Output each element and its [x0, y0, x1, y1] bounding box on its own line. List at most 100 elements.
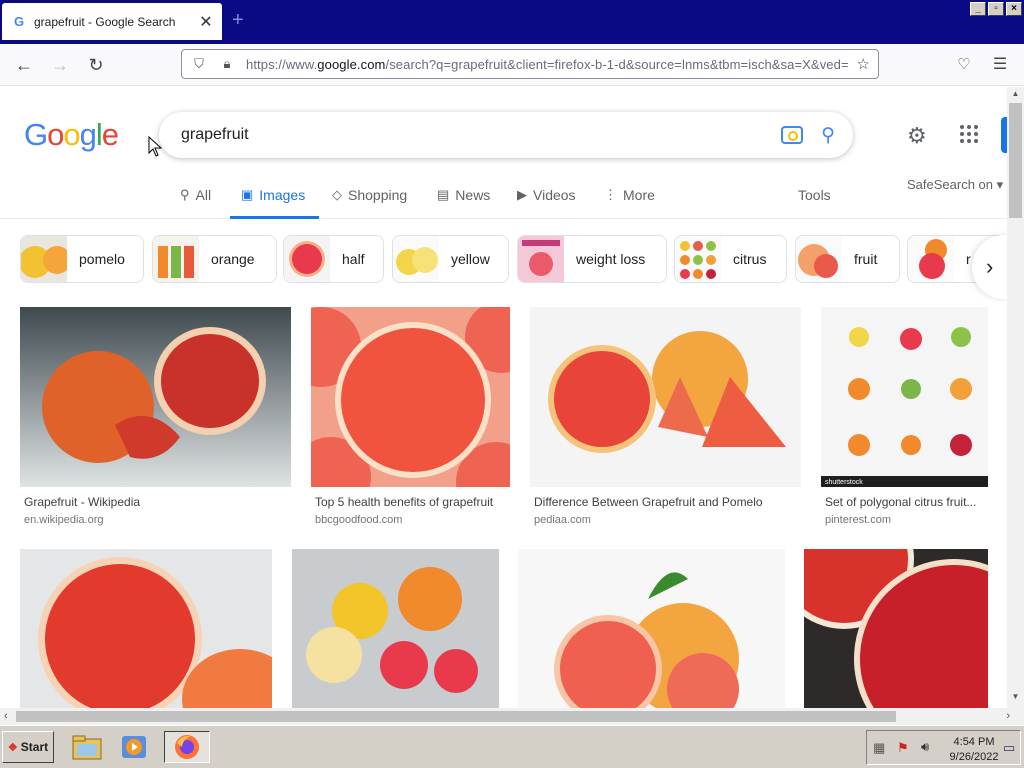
chip-thumbnail	[675, 236, 721, 282]
volume-icon[interactable]: 🔊︎	[921, 739, 929, 755]
result-source[interactable]: pediaa.com	[534, 514, 591, 526]
windows-logo-icon: ❖	[7, 741, 18, 754]
tab-news[interactable]: ▤ News	[437, 187, 490, 203]
media-player-icon[interactable]	[117, 731, 151, 763]
clock[interactable]: 4:54 PM 9/26/2022	[949, 735, 999, 765]
show-desktop-icon[interactable]: ▭	[1003, 740, 1015, 756]
image-result[interactable]: shutterstock Set of polygonal citrus fru…	[821, 307, 988, 527]
safesearch-toggle[interactable]: SafeSearch on ▾	[907, 177, 1003, 193]
security-alert-icon[interactable]: ⚑	[897, 740, 909, 756]
close-tab-icon[interactable]: ✕	[198, 12, 214, 32]
result-image[interactable]	[518, 549, 785, 708]
menu-icon[interactable]: ☰	[990, 55, 1010, 75]
result-caption[interactable]: Set of polygonal citrus fruit...	[825, 495, 988, 509]
vertical-scrollbar[interactable]: ▲ ▼	[1007, 87, 1024, 708]
scrollbar-thumb[interactable]	[16, 711, 896, 722]
result-image[interactable]	[20, 307, 291, 487]
network-icon[interactable]: ▦	[873, 740, 885, 756]
new-tab-icon[interactable]: +	[232, 10, 244, 30]
tab-title: grapefruit - Google Search	[34, 14, 176, 29]
result-caption[interactable]: Top 5 health benefits of grapefruit	[315, 495, 510, 509]
image-result[interactable]: Top 5 health benefits of grapefruit bbcg…	[311, 307, 510, 527]
chip-citrus[interactable]: citrus	[674, 235, 787, 283]
address-bar[interactable]: ⛉ 🔒︎ https://www.google.com/search?q=gra…	[181, 49, 879, 79]
image-result[interactable]	[804, 549, 988, 708]
scroll-down-arrow-icon[interactable]: ▼	[1007, 692, 1024, 706]
chip-thumbnail	[21, 236, 67, 282]
image-result[interactable]	[20, 549, 272, 708]
google-logo[interactable]: Google	[24, 117, 119, 153]
result-image[interactable]	[311, 307, 510, 487]
search-icon[interactable]: ⚲	[821, 124, 835, 147]
chip-thumbnail	[796, 236, 842, 282]
minimize-icon[interactable]: _	[970, 2, 986, 16]
logo-letter: G	[24, 117, 48, 152]
more-vert-icon: ⋮	[604, 187, 617, 202]
search-tabs: ⚲ All ▣ Images ◇ Shopping ▤ News ▶ Videos ⋮ Mo…	[0, 179, 1007, 219]
chip-orange[interactable]: orange	[152, 235, 277, 283]
search-box[interactable]: grapefruit ⚲	[159, 112, 853, 158]
apps-grid-icon[interactable]	[960, 125, 978, 143]
tools-button[interactable]: Tools	[798, 187, 831, 203]
chip-thumbnail	[284, 236, 330, 282]
result-source[interactable]: pinterest.com	[825, 514, 891, 526]
restore-icon[interactable]: ▫	[988, 2, 1004, 16]
result-image[interactable]	[804, 549, 988, 708]
result-caption[interactable]: Difference Between Grapefruit and Pomelo	[534, 495, 801, 509]
tab-all[interactable]: ⚲ All	[180, 187, 211, 203]
pocket-icon[interactable]: ♡	[954, 55, 974, 75]
chip-pomelo[interactable]: pomelo	[20, 235, 144, 283]
forward-icon[interactable]: →	[50, 55, 70, 75]
image-result[interactable]	[292, 549, 499, 708]
horizontal-scrollbar[interactable]: ‹ ›	[0, 708, 1024, 725]
watermark-text: shutterstock	[825, 479, 863, 486]
tab-more[interactable]: ⋮ More	[604, 187, 655, 203]
start-button[interactable]: ❖ Start	[2, 731, 54, 763]
shield-icon[interactable]: ⛉	[190, 56, 208, 72]
firefox-taskbar-button[interactable]	[164, 731, 210, 763]
result-image[interactable]	[20, 549, 272, 708]
play-icon: ▶	[517, 187, 527, 202]
chip-thumbnail	[518, 236, 564, 282]
image-result[interactable]	[518, 549, 785, 708]
chip-fruit[interactable]: fruit	[795, 235, 900, 283]
image-icon: ▣	[241, 187, 254, 202]
scroll-up-arrow-icon[interactable]: ▲	[1007, 89, 1024, 103]
chip-thumbnail	[908, 236, 954, 282]
tab-shopping[interactable]: ◇ Shopping	[332, 187, 407, 203]
result-image[interactable]	[530, 307, 801, 487]
camera-search-icon[interactable]	[781, 126, 804, 144]
news-icon: ▤	[437, 187, 450, 202]
browser-titlebar: G grapefruit - Google Search ✕ + _ ▫ ×	[0, 0, 1024, 44]
image-result[interactable]: Grapefruit - Wikipedia en.wikipedia.org	[20, 307, 291, 527]
result-source[interactable]: bbcgoodfood.com	[315, 514, 402, 526]
active-tab-indicator	[230, 216, 319, 219]
caret-down-icon: ▾	[996, 177, 1004, 192]
reload-icon[interactable]: ↻	[86, 55, 106, 75]
result-image[interactable]	[292, 549, 499, 708]
result-caption[interactable]: Grapefruit - Wikipedia	[24, 495, 287, 509]
result-source[interactable]: en.wikipedia.org	[24, 514, 104, 526]
page-content: Google grapefruit ⚲ ⚙ ⚲ All ▣ Images ◇ Shop…	[0, 87, 1007, 708]
close-window-icon[interactable]: ×	[1006, 2, 1022, 16]
bookmark-star-icon[interactable]: ☆	[857, 55, 870, 73]
scroll-left-arrow-icon[interactable]: ‹	[4, 710, 8, 722]
result-image[interactable]: shutterstock	[821, 307, 988, 487]
tab-videos[interactable]: ▶ Videos	[517, 187, 576, 203]
file-explorer-icon[interactable]	[70, 731, 104, 763]
settings-gear-icon[interactable]: ⚙	[907, 123, 927, 149]
chip-half[interactable]: half	[283, 235, 384, 283]
scrollbar-thumb[interactable]	[1009, 103, 1022, 218]
search-input[interactable]: grapefruit	[181, 126, 781, 144]
logo-letter: g	[79, 117, 97, 152]
chip-weight-loss[interactable]: weight loss	[517, 235, 667, 283]
tab-images[interactable]: ▣ Images	[241, 187, 305, 203]
logo-letter: o	[63, 117, 80, 152]
image-result[interactable]: Difference Between Grapefruit and Pomelo…	[530, 307, 801, 527]
chip-yellow[interactable]: yellow	[392, 235, 509, 283]
browser-tab[interactable]: G grapefruit - Google Search ✕	[2, 3, 222, 40]
back-icon[interactable]: ←	[14, 55, 34, 75]
lock-icon[interactable]: 🔒︎	[218, 56, 236, 72]
chip-thumbnail	[393, 236, 439, 282]
scroll-right-arrow-icon[interactable]: ›	[1006, 710, 1010, 722]
